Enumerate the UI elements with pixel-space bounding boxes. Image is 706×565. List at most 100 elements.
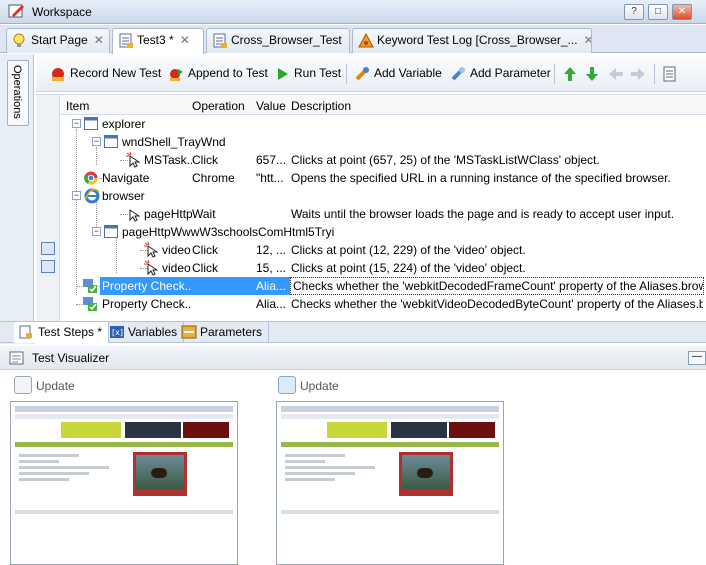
row-description: Clicks at point (657, 25) of the 'MSTask… [291, 153, 600, 167]
column-header-description[interactable]: Description [291, 99, 351, 113]
toolbar-separator [554, 64, 555, 84]
click-icon [126, 152, 140, 168]
play-icon [278, 68, 288, 80]
run-test-button[interactable]: Run Test [276, 66, 341, 82]
tab-cross-browser-test[interactable]: Cross_Browser_Test ✕ [206, 28, 350, 53]
update-checkbox[interactable] [278, 376, 296, 394]
table-row-selected[interactable]: Property Check... Alia... Checks whether… [60, 277, 706, 295]
collapse-icon[interactable]: − [92, 227, 101, 236]
thumb-banner [125, 422, 181, 438]
table-row[interactable]: pageHttpW... Wait Waits until the browse… [60, 205, 706, 223]
add-variable-label: Add Variable [374, 66, 442, 81]
move-right-icon[interactable] [630, 66, 646, 82]
operations-tab[interactable]: Operations [7, 60, 29, 126]
row-item: MSTask... [144, 153, 192, 167]
add-variable-icon [355, 67, 369, 81]
screenshot-thumbnail-right[interactable] [276, 401, 504, 565]
row-operation: Click [192, 261, 218, 275]
grid-header: Item Operation Value Description [60, 95, 706, 115]
row-description: Checks whether the 'webkitVideoDecodedBy… [291, 297, 703, 311]
title-bar: Workspace ? □ ✕ [0, 0, 706, 24]
tab-label: Start Page [31, 33, 88, 47]
append-to-test-button[interactable]: Append to Test [168, 66, 268, 82]
column-header-value[interactable]: Value [256, 99, 286, 113]
window-title: Workspace [32, 5, 92, 19]
table-row[interactable]: Property Check... Alia... Checks whether… [60, 295, 706, 313]
tab-variables[interactable]: [x] Variables [104, 322, 185, 343]
window-icon [104, 225, 118, 238]
row-description: Clicks at point (15, 224) of the 'video'… [291, 261, 526, 275]
tab-parameters[interactable]: Parameters [176, 322, 270, 343]
row-operation: Chrome [192, 171, 235, 185]
collapse-icon[interactable]: − [72, 191, 81, 200]
move-up-icon[interactable] [562, 66, 578, 82]
update-label: Update [300, 379, 339, 393]
row-operation: Wait [192, 207, 216, 221]
column-header-operation[interactable]: Operation [192, 99, 245, 113]
table-row[interactable]: video Click 15, ... Clicks at point (15,… [60, 259, 706, 277]
toolbar-separator [346, 64, 347, 84]
row-item: pageHttpWwwW3schoolsComHtml5Tryi [122, 225, 335, 239]
update-checkbox[interactable] [14, 376, 32, 394]
row-item: Property Check... [102, 279, 192, 293]
row-item: video [162, 261, 191, 275]
update-label: Update [36, 379, 75, 393]
minimize-panel-button[interactable]: — [688, 351, 706, 365]
column-header-item[interactable]: Item [66, 99, 89, 113]
collapse-icon[interactable]: − [72, 119, 81, 128]
visualizer-icon [9, 351, 24, 365]
append-icon [170, 69, 183, 81]
help-button[interactable]: ? [624, 4, 644, 20]
tab-label: Keyword Test Log [Cross_Browser_... [377, 33, 578, 47]
thumb-banner [61, 422, 121, 438]
move-left-icon[interactable] [608, 66, 624, 82]
add-parameter-label: Add Parameter [470, 66, 551, 81]
document-tab-strip: Start Page ✕ Test3 * ✕ Cross_Browser_Test ✕… [0, 25, 706, 54]
checkpoint-icon [83, 279, 97, 293]
record-icon [52, 68, 64, 81]
table-row[interactable]: video Click 12, ... Clicks at point (12,… [60, 241, 706, 259]
close-tab-icon[interactable]: ✕ [584, 33, 591, 47]
tab-test-steps[interactable]: Test Steps * [14, 322, 110, 343]
table-row[interactable]: − pageHttpWwwW3schoolsComHtml5Tryi [60, 223, 706, 241]
close-tab-icon[interactable]: ✕ [348, 33, 349, 47]
ie-icon [84, 188, 100, 204]
screenshot-thumbnail-left[interactable] [10, 401, 238, 565]
table-row[interactable]: − explorer [60, 115, 706, 133]
table-row[interactable]: MSTask... Click 657... Clicks at point (… [60, 151, 706, 169]
tab-start-page[interactable]: Start Page ✕ [6, 28, 110, 53]
add-parameter-icon [451, 67, 465, 81]
table-row[interactable]: − wndShell_TrayWnd [60, 133, 706, 151]
parameters-icon [181, 325, 197, 339]
row-value: 12, ... [256, 243, 287, 257]
lightbulb-icon [13, 33, 25, 47]
row-marker-icon [41, 260, 55, 273]
restore-button[interactable]: □ [648, 4, 668, 20]
row-item: Navigate [102, 171, 150, 185]
close-tab-icon[interactable]: ✕ [180, 33, 190, 47]
append-to-test-label: Append to Test [188, 66, 268, 81]
close-tab-icon[interactable]: ✕ [94, 33, 104, 47]
move-down-icon[interactable] [584, 66, 600, 82]
add-variable-button[interactable]: Add Variable [354, 66, 442, 82]
log-icon [358, 33, 374, 48]
close-window-button[interactable]: ✕ [672, 4, 692, 20]
table-row[interactable]: Navigate Chrome "htt... Opens the specif… [60, 169, 706, 187]
keyword-test-icon [213, 33, 227, 48]
record-new-test-label: Record New Test [70, 66, 162, 81]
chrome-icon [84, 171, 98, 185]
svg-text:[x]: [x] [112, 328, 123, 337]
record-new-test-button[interactable]: Record New Test [50, 66, 161, 82]
table-row[interactable]: − browser [60, 187, 706, 205]
row-marker-icon [41, 242, 55, 255]
checkpoint-icon [83, 297, 97, 311]
collapse-icon[interactable]: − [92, 137, 101, 146]
test-steps-grid: Item Operation Value Description − explo… [36, 94, 706, 323]
tab-keyword-test-log[interactable]: Keyword Test Log [Cross_Browser_... ✕ [352, 28, 592, 53]
add-parameter-button[interactable]: Add Parameter [450, 66, 551, 82]
row-operation: Click [192, 153, 218, 167]
thumb-banner [391, 422, 447, 438]
tab-test3[interactable]: Test3 * ✕ [112, 28, 204, 54]
row-item: Property Check... [102, 297, 192, 311]
properties-icon[interactable] [662, 66, 678, 82]
